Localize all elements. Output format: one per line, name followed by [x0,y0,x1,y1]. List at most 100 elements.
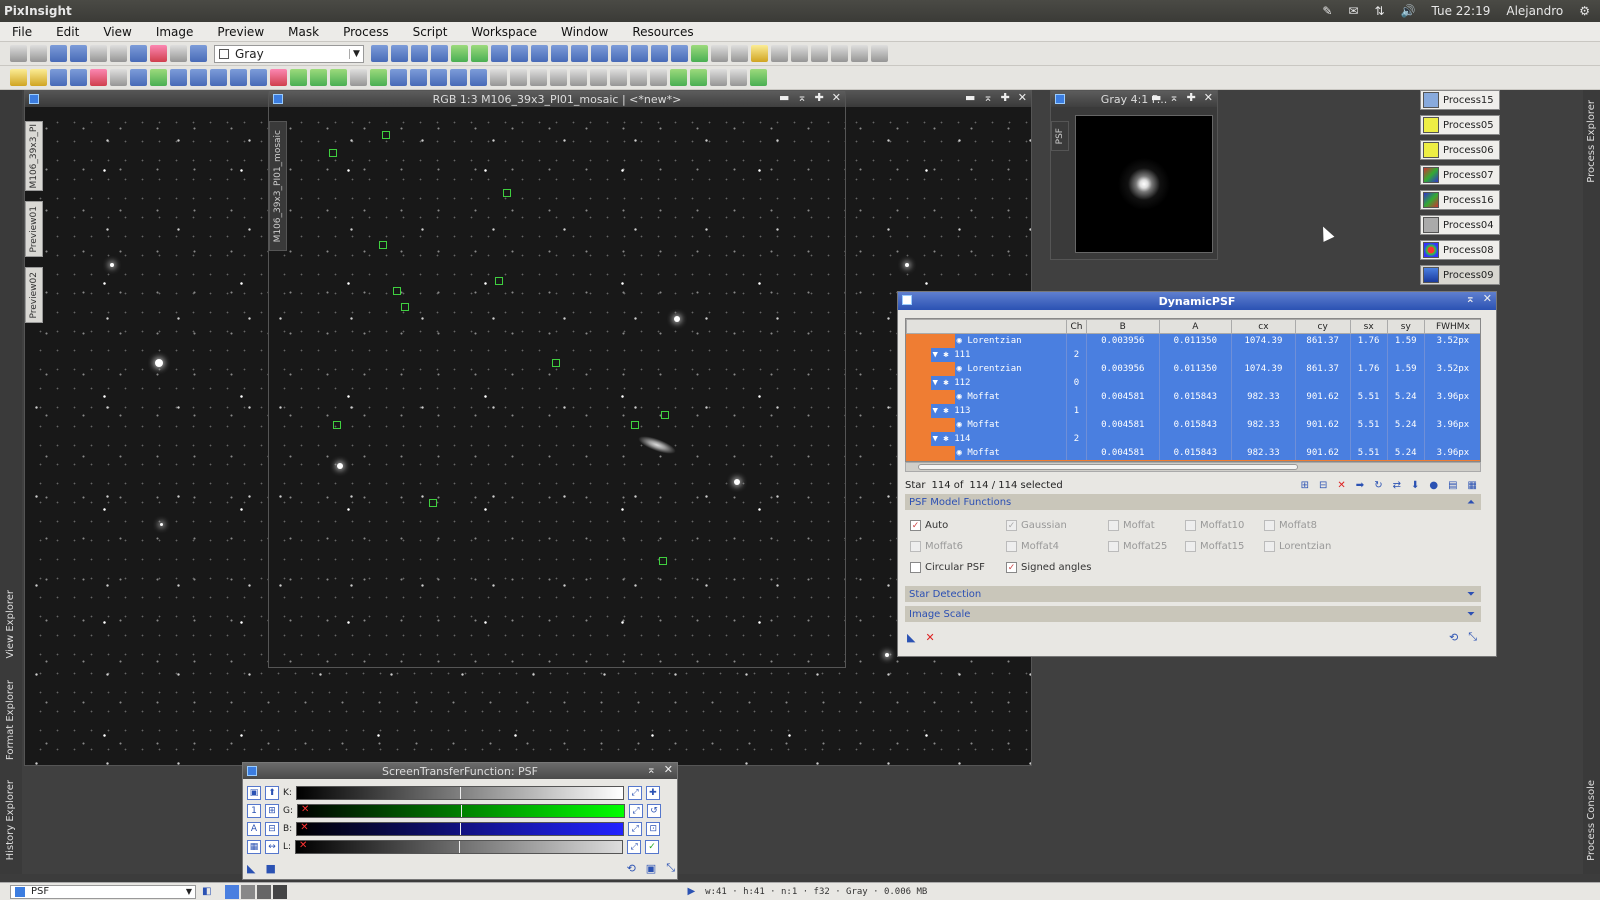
psf-function-icon[interactable]: ◉ [957,448,968,458]
menu-preview[interactable]: Preview [205,25,276,39]
frame-icon[interactable] [611,45,628,62]
delete-icon[interactable]: ✕ [1337,480,1345,491]
a-icon[interactable]: A [247,822,261,836]
blank-5-icon[interactable] [811,45,828,62]
expand-star-icon[interactable]: ▼ ✱ [933,406,955,416]
section-image-scale[interactable]: Image Scale ⏷ [905,606,1481,622]
checkbox-auto[interactable]: ✓ Auto [910,520,948,531]
star-row[interactable]: ▼ ✱ 114 2 [906,431,1480,446]
fit-icon[interactable] [130,45,147,62]
horizontal-scrollbar[interactable] [905,462,1481,472]
zoom-2-icon[interactable] [571,45,588,62]
stf-slider-b[interactable]: ✕ [296,822,625,836]
blue-3-icon[interactable] [130,69,147,86]
menu-workspace[interactable]: Workspace [459,25,549,39]
view-explorer-tab[interactable]: View Explorer [5,590,16,659]
window-icon[interactable] [671,45,688,62]
shade-icon[interactable]: ▬ [779,91,789,104]
close-x-icon[interactable] [510,69,527,86]
blue-7-icon[interactable] [230,69,247,86]
plus-box-icon[interactable]: ⊞ [265,804,279,818]
view-selector[interactable]: PSF ▼ [10,884,196,899]
crosshair-icon[interactable] [371,45,388,62]
apply-global-icon[interactable]: ■ [265,862,275,875]
tab-preview01[interactable]: Preview01 [25,201,43,257]
zoom-1-icon[interactable] [551,45,568,62]
collapse-icon[interactable]: ⌅ [797,91,806,104]
target-icon[interactable]: ⊡ [646,822,661,836]
blank-4-icon[interactable] [791,45,808,62]
arrow-down-icon[interactable]: ⬇ [1411,480,1419,491]
green-4-icon[interactable] [330,69,347,86]
checkbox-moffat15[interactable]: Moffat15 [1185,541,1244,552]
blue-5-icon[interactable] [190,69,207,86]
column-header-b[interactable]: B [1086,319,1160,334]
column-header-cy[interactable]: cy [1294,319,1351,334]
mirror-icon[interactable] [450,69,467,86]
close-icon[interactable]: ✕ [1204,91,1213,104]
gray-2-icon[interactable] [530,69,547,86]
track-view-icon[interactable]: ▣ [646,862,656,875]
checkbox-moffat25[interactable]: Moffat25 [1108,541,1167,552]
process-icon-process16[interactable]: Process16 [1420,190,1500,210]
zoom-icon[interactable]: ⤢ [627,786,642,800]
tile-icon[interactable] [651,45,668,62]
rotate-3-icon[interactable] [430,69,447,86]
refresh-icon[interactable]: ↻ [1374,480,1382,491]
psf-image[interactable] [1075,115,1213,253]
green-8-icon[interactable] [750,69,767,86]
minus-box-icon[interactable]: ⊟ [265,822,279,836]
view-mode-icon[interactable]: ◧ [202,886,211,897]
zoom-icon[interactable]: ⤢ [629,804,644,818]
network-icon[interactable]: ⇅ [1374,4,1384,18]
column-header-a[interactable]: A [1158,319,1233,334]
green-2-icon[interactable] [290,69,307,86]
column-header-fwhmx[interactable]: FWHMx [1423,319,1480,334]
process-icon-process07[interactable]: Process07 [1420,165,1500,185]
psf-function-row[interactable]: ◉ Lorentzian 0.003956 0.011350 1074.39 861.3… [906,361,1480,376]
checkbox-moffat6[interactable]: Moffat6 [910,541,963,552]
rotate-2-icon[interactable] [410,69,427,86]
scrollbar-handle[interactable] [918,464,1298,470]
checkbox-moffat10[interactable]: Moffat10 [1185,520,1244,531]
green-1-icon[interactable] [150,69,167,86]
history-explorer-tab[interactable]: History Explorer [5,780,16,860]
blank-8-icon[interactable] [871,45,888,62]
edit-icon[interactable]: ✎ [1322,4,1332,18]
duplicate-icon[interactable] [110,45,127,62]
process-explorer-tab[interactable]: Process Explorer [1586,100,1597,183]
psf-function-row[interactable]: ◉ Moffat 0.004581 0.015843 982.33 901.62 5.51… [906,389,1480,404]
menu-window[interactable]: Window [549,25,620,39]
checkbox-moffat[interactable]: Moffat [1108,520,1155,531]
expand-all-icon[interactable]: ⊞ [1301,480,1309,491]
readout-icon[interactable] [491,45,508,62]
checkbox-lorentzian[interactable]: Lorentzian [1264,541,1331,552]
crop-icon[interactable] [490,69,507,86]
gray-5-icon[interactable] [590,69,607,86]
cancel-icon[interactable]: ✕ [925,631,934,644]
psf-function-icon[interactable]: ◉ [957,336,968,346]
gray-10-icon[interactable] [730,69,747,86]
new-instance-icon[interactable]: ◣ [247,862,255,875]
volume-icon[interactable]: 🔊 [1401,4,1416,18]
psf-function-icon[interactable]: ◉ [957,364,968,374]
gray-7-icon[interactable] [630,69,647,86]
maximize-icon[interactable]: ✚ [1187,91,1196,104]
white-icon[interactable] [110,69,127,86]
close-icon[interactable]: ✕ [664,763,673,776]
close-icon[interactable]: ✕ [832,91,841,104]
tab-psf[interactable]: PSF [1051,121,1069,151]
open-icon[interactable] [70,45,87,62]
column-header[interactable] [906,319,1067,334]
reset-icon[interactable]: ⟲ [627,862,636,875]
collapse-icon[interactable]: ⌅ [983,91,992,104]
psf-function-row[interactable]: ◉ Moffat 0.004581 0.015843 982.33 901.62 5.51… [906,417,1480,432]
format-explorer-tab[interactable]: Format Explorer [5,680,16,760]
maximize-icon[interactable]: ✚ [815,91,824,104]
column-header-sx[interactable]: sx [1349,319,1388,334]
stf-icon[interactable] [170,45,187,62]
mail-icon[interactable]: ✉ [1348,4,1358,18]
process-icon-process05[interactable]: Process05 [1420,115,1500,135]
green-3-icon[interactable] [310,69,327,86]
star-row[interactable]: ▼ ✱ 111 2 [906,347,1480,362]
